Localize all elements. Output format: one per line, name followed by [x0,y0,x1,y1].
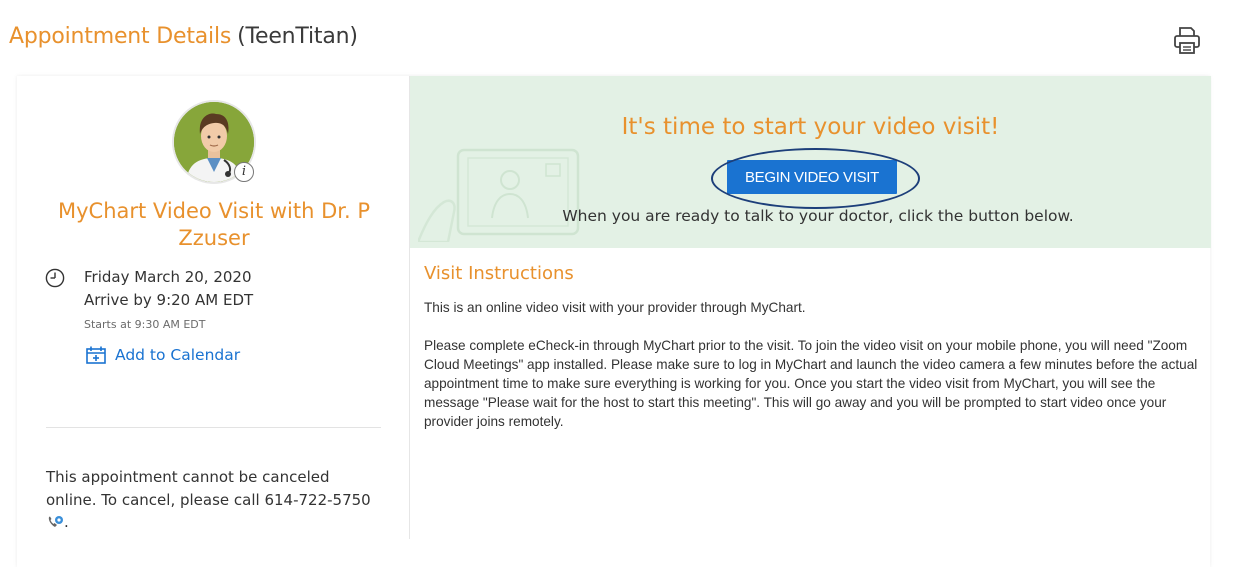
appointment-title: MyChart Video Visit with Dr. P Zzuser [58,199,370,250]
start-time: Starts at 9:30 AM EDT [84,318,206,331]
instruction-paragraph: Please complete eCheck-in through MyChar… [424,338,1198,429]
video-visit-subtext: When you are ready to talk to your docto… [562,207,1074,225]
divider [46,427,381,428]
calendar-add-icon [86,346,106,364]
phone-number[interactable]: 614-722-5750 [264,491,370,509]
appointment-card: i MyChart Video Visit with Dr. P Zzuser … [17,76,1211,567]
video-visit-heading: It's time to start your video visit! [621,114,1000,140]
visit-instructions-heading: Visit Instructions [424,263,574,284]
appointment-summary-panel: i MyChart Video Visit with Dr. P Zzuser … [17,76,407,567]
appointment-date: Friday March 20, 2020 [84,268,252,286]
begin-video-visit-button[interactable]: BEGIN VIDEO VISIT [727,160,897,194]
patient-name: (TeenTitan) [237,24,358,49]
add-to-calendar-link[interactable]: Add to Calendar [86,346,240,364]
page-title-text: Appointment Details [9,24,232,49]
video-call-illustration-icon [418,148,580,242]
visit-detail-panel: It's time to start your video visit! BEG… [409,76,1211,539]
clock-icon [45,268,65,288]
video-visit-banner: It's time to start your video visit! BEG… [410,76,1211,248]
phone-suffix: . [64,513,69,531]
instruction-paragraph: This is an online video visit with your … [424,300,806,315]
printer-icon [1174,27,1200,54]
arrival-time: Arrive by 9:20 AM EDT [84,291,254,309]
provider-avatar-wrap[interactable]: i [172,100,256,184]
add-to-calendar-label: Add to Calendar [115,346,241,364]
print-button[interactable] [1171,24,1203,56]
page-title: Appointment Details (TeenTitan) [9,24,358,49]
info-icon[interactable]: i [234,162,254,182]
visit-instructions-body: This is an online video visit with your … [424,298,1202,431]
phone-call-icon[interactable] [46,514,64,530]
cancel-note: This appointment cannot be canceled onli… [46,466,376,534]
